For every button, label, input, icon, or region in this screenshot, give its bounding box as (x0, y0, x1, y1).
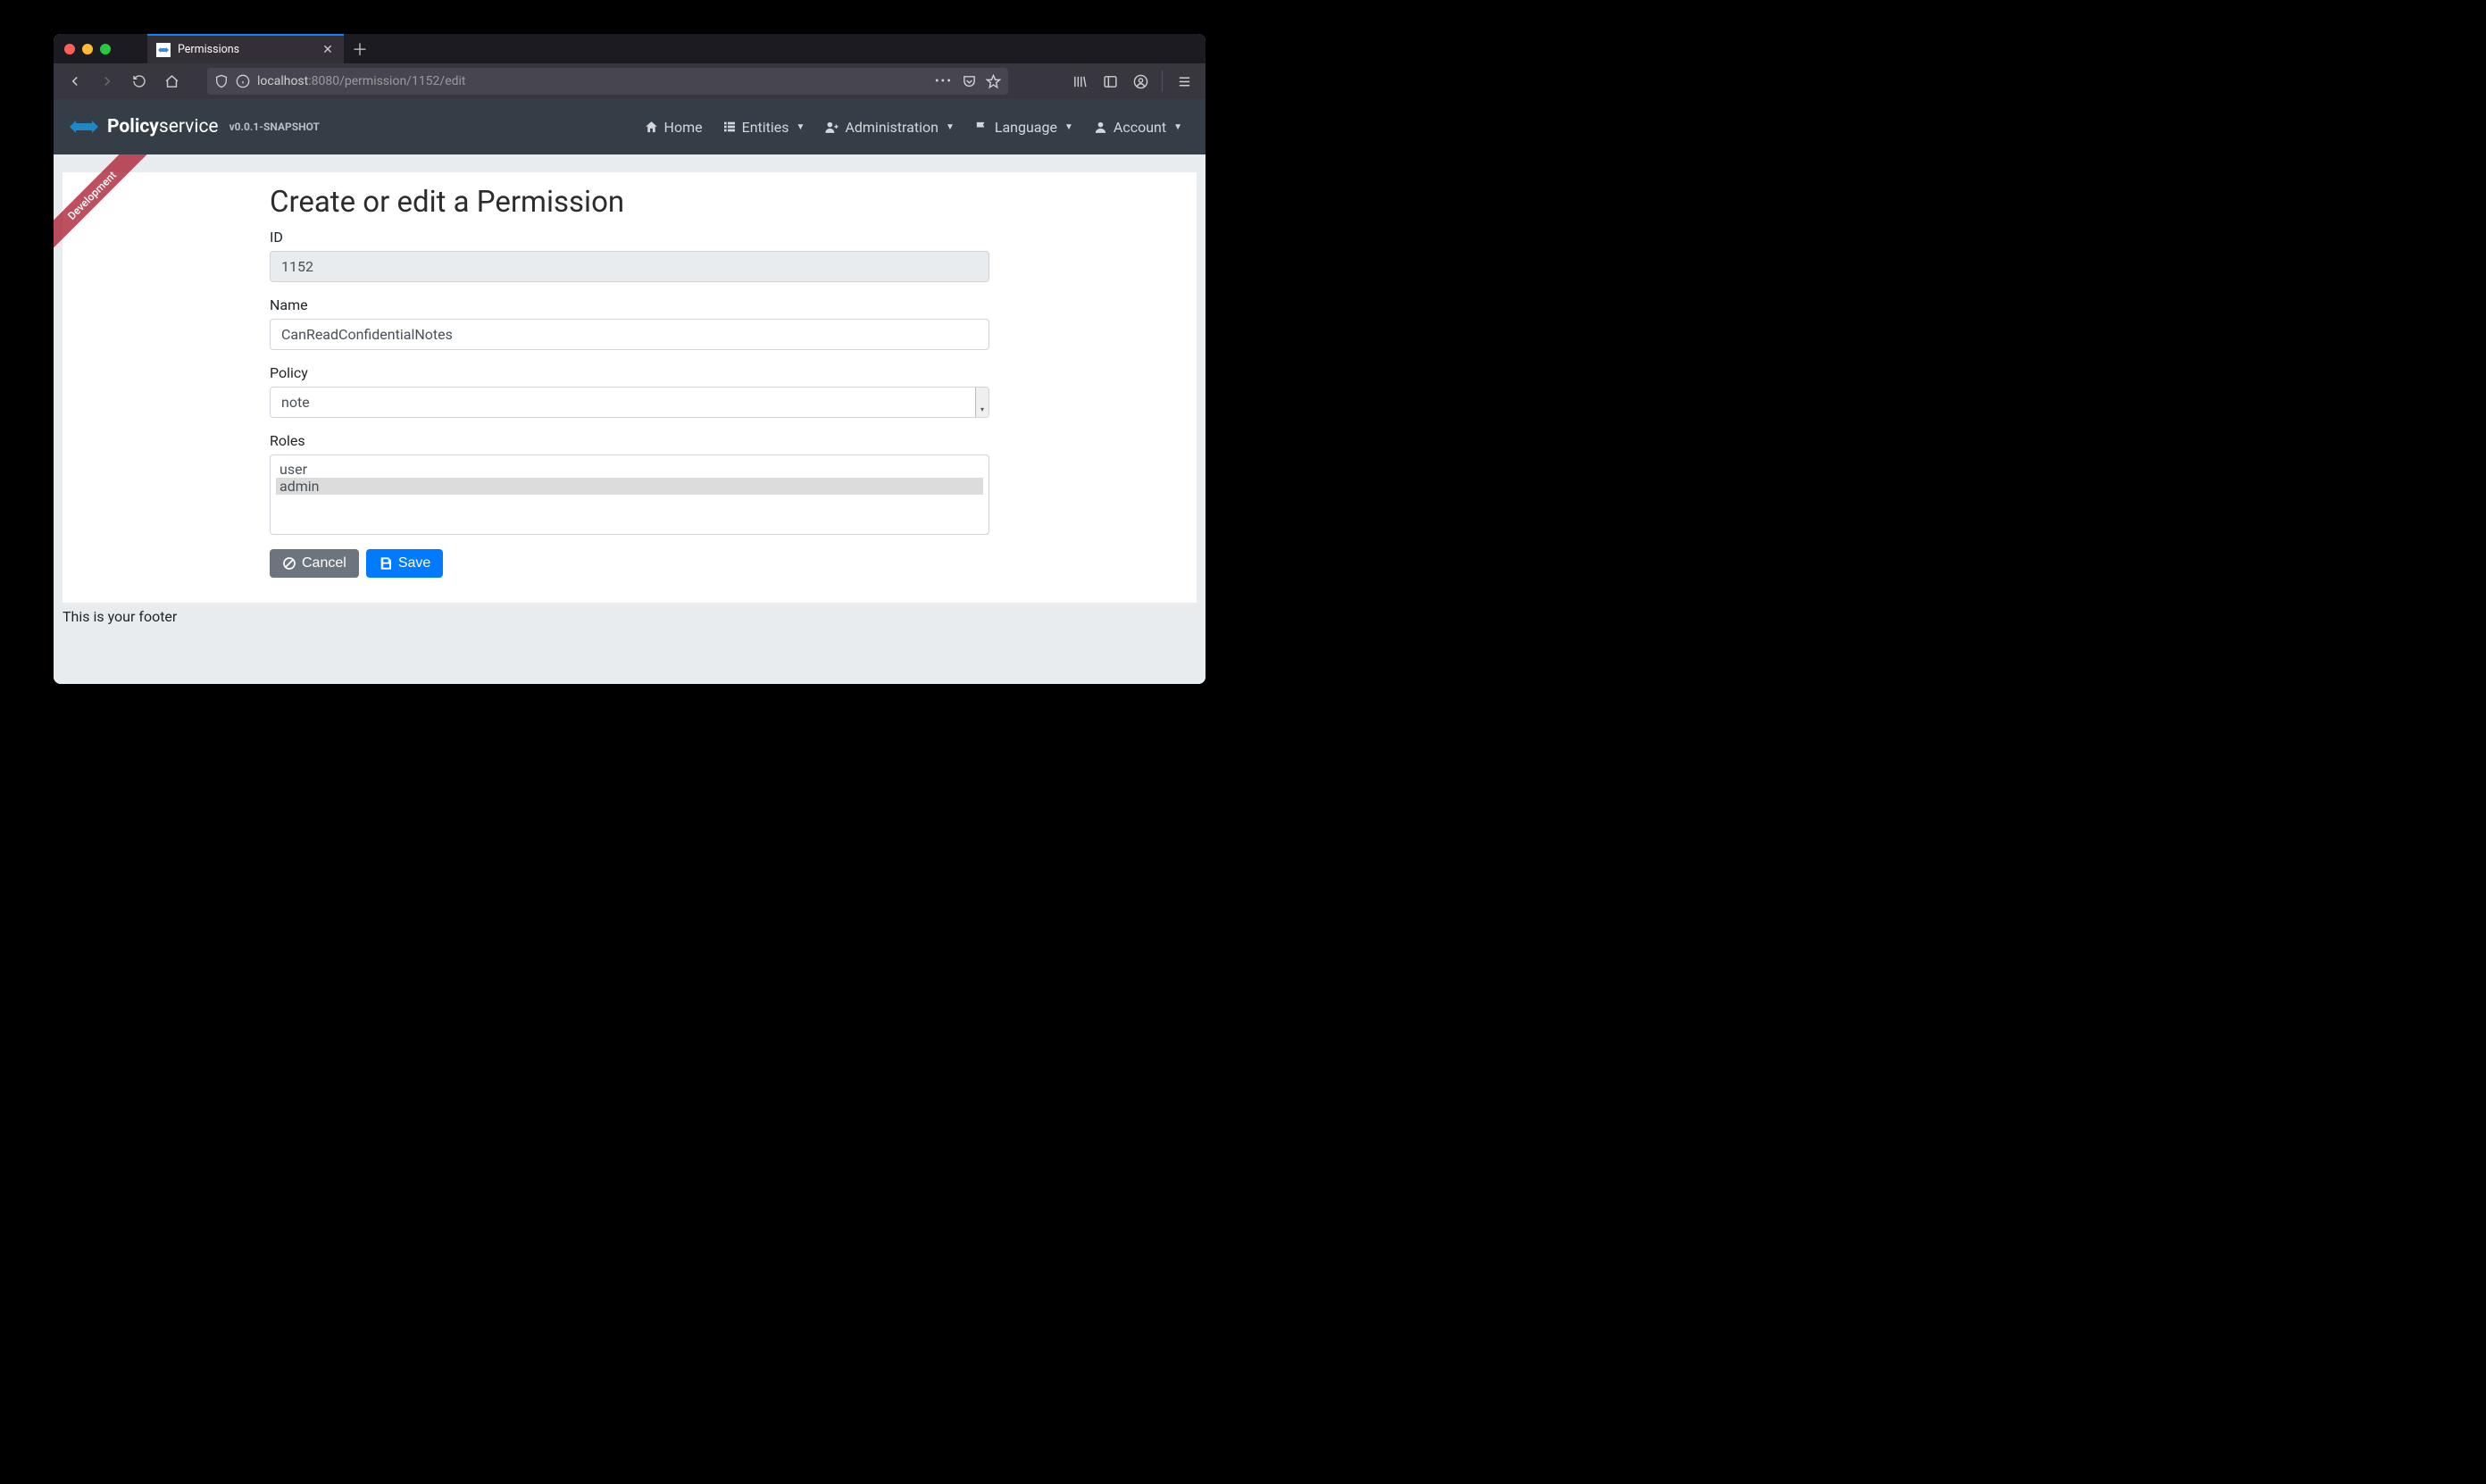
brand-logo-icon (68, 118, 100, 136)
zoom-window-button[interactable] (100, 44, 111, 54)
sidebar-icon[interactable] (1096, 67, 1124, 96)
label-roles: Roles (270, 432, 989, 449)
profile-icon[interactable] (1126, 67, 1155, 96)
nav-menu: Home Entities ▼ Administration ▼ Languag… (635, 112, 1191, 143)
close-tab-icon[interactable]: ✕ (321, 43, 335, 57)
role-option[interactable]: user (276, 461, 983, 478)
brand-text: Policyservice (107, 116, 219, 138)
select-policy[interactable]: note (270, 387, 989, 418)
field-name: Name (270, 296, 989, 350)
chevron-down-icon: ▼ (1064, 122, 1073, 132)
chevron-down-icon: ▼ (1173, 122, 1182, 132)
footer-text: This is your footer (54, 603, 1205, 630)
toolbar-divider (1162, 71, 1163, 92)
browser-tab[interactable]: Permissions ✕ (147, 34, 344, 63)
label-policy: Policy (270, 364, 989, 381)
save-icon (379, 556, 393, 571)
field-policy: Policy note ▾ (270, 364, 989, 418)
tab-title: Permissions (178, 43, 239, 56)
menu-button[interactable] (1170, 67, 1198, 96)
field-roles: Roles useradmin (270, 432, 989, 535)
reload-button[interactable] (125, 67, 154, 96)
input-id[interactable] (270, 251, 989, 282)
tab-favicon (156, 43, 171, 57)
page-title: Create or edit a Permission (270, 185, 989, 220)
forward-button[interactable] (93, 67, 121, 96)
ban-icon (282, 556, 296, 571)
cancel-button[interactable]: Cancel (270, 549, 359, 578)
brand-version: v0.0.1-SNAPSHOT (229, 121, 320, 133)
input-name[interactable] (270, 319, 989, 350)
button-row: Cancel Save (270, 549, 989, 578)
select-spinner[interactable]: ▾ (975, 388, 989, 417)
tab-bar: Permissions ✕ ＋ (54, 34, 1205, 63)
nav-account[interactable]: Account ▼ (1084, 112, 1191, 143)
brand[interactable]: Policyservice v0.0.1-SNAPSHOT (68, 116, 320, 138)
pocket-icon[interactable] (962, 74, 977, 89)
home-button[interactable] (157, 67, 186, 96)
roles-listbox[interactable]: useradmin (270, 454, 989, 535)
home-icon (644, 120, 659, 135)
browser-window: Permissions ✕ ＋ localhost:8080/permissio (54, 34, 1205, 684)
browser-toolbar: localhost:8080/permission/1152/edit ••• (54, 63, 1205, 99)
page-actions-icon[interactable]: ••• (935, 74, 953, 88)
nav-home[interactable]: Home (635, 112, 712, 143)
label-id: ID (270, 229, 989, 246)
url-text: localhost:8080/permission/1152/edit (257, 74, 928, 88)
shield-icon[interactable] (214, 74, 229, 88)
window-controls (54, 34, 147, 63)
chevron-down-icon: ▼ (946, 122, 955, 132)
flag-icon (974, 120, 989, 135)
toolbar-right (1065, 67, 1198, 96)
list-icon (722, 120, 737, 134)
nav-entities[interactable]: Entities ▼ (713, 112, 814, 143)
nav-administration[interactable]: Administration ▼ (815, 112, 963, 143)
nav-language[interactable]: Language ▼ (965, 112, 1082, 143)
label-name: Name (270, 296, 989, 313)
chevron-down-icon: ▼ (797, 122, 805, 132)
form-container: Create or edit a Permission ID Name Poli… (270, 176, 989, 578)
back-button[interactable] (61, 67, 89, 96)
user-plus-icon (824, 120, 839, 135)
page-card: Create or edit a Permission ID Name Poli… (63, 172, 1197, 603)
url-bar[interactable]: localhost:8080/permission/1152/edit ••• (207, 68, 1008, 95)
close-window-button[interactable] (64, 44, 75, 54)
bookmark-star-icon[interactable] (986, 74, 1001, 89)
user-icon (1093, 120, 1108, 135)
app-navbar: Policyservice v0.0.1-SNAPSHOT Home Entit… (54, 99, 1205, 154)
field-id: ID (270, 229, 989, 282)
site-info-icon[interactable] (236, 74, 250, 88)
content-area: Development Create or edit a Permission … (54, 154, 1205, 684)
library-icon[interactable] (1065, 67, 1094, 96)
save-button[interactable]: Save (366, 549, 443, 578)
new-tab-button[interactable]: ＋ (344, 34, 376, 63)
role-option[interactable]: admin (276, 478, 983, 495)
minimize-window-button[interactable] (82, 44, 93, 54)
